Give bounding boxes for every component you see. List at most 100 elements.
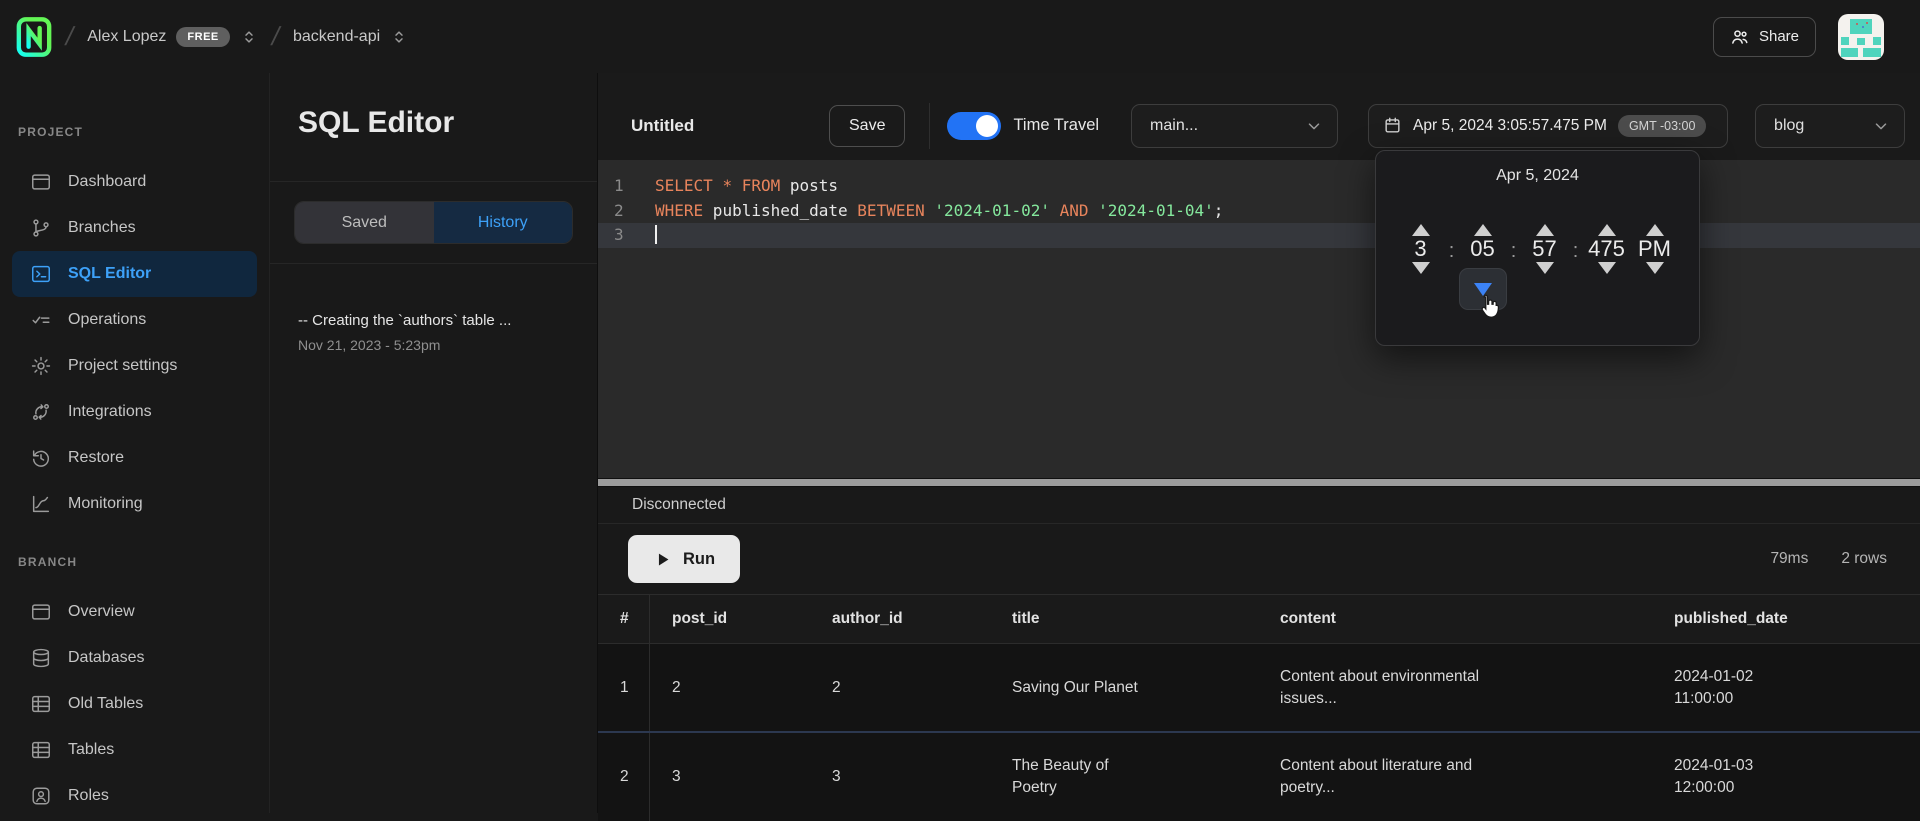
table-cell: 1 <box>598 644 650 731</box>
database-select[interactable]: blog <box>1755 104 1905 148</box>
sidebar-item-monitoring[interactable]: Monitoring <box>12 481 257 527</box>
line-number: 1 <box>598 174 655 199</box>
time-spinner-column: 57 <box>1521 203 1569 295</box>
run-row: Run 79ms 2 rows <box>598 524 1920 594</box>
sidebar-item-sql-editor[interactable]: SQL Editor <box>12 251 257 297</box>
sidebar-section-label: PROJECT <box>18 125 269 139</box>
connection-status: Disconnected <box>632 496 726 514</box>
spinner-down-arrow-icon[interactable] <box>1642 268 1668 295</box>
page-title: SQL Editor <box>270 73 597 181</box>
tab-group: Saved History <box>294 201 573 244</box>
history-item[interactable]: -- Creating the `authors` table ...Nov 2… <box>298 312 569 353</box>
panel-resize-handle[interactable] <box>598 478 1920 487</box>
chevron-updown-icon[interactable] <box>390 28 408 46</box>
branch-select-value: main... <box>1150 117 1198 135</box>
table-cell: Saving Our Planet <box>990 677 1258 699</box>
sidebar-item-integrations[interactable]: Integrations <box>12 389 257 435</box>
calendar-icon <box>1383 116 1402 135</box>
restore-icon <box>30 447 52 469</box>
neon-logo-icon[interactable] <box>16 16 52 58</box>
sql-code-editor[interactable]: 1SELECT * FROM posts2WHERE published_dat… <box>598 160 1920 478</box>
table-cell: 2 <box>810 677 990 699</box>
save-button[interactable]: Save <box>829 105 905 147</box>
run-button[interactable]: Run <box>628 535 740 583</box>
time-separator: : <box>1507 240 1521 263</box>
spinner-up-arrow-icon[interactable] <box>1470 203 1496 230</box>
table-cell: 2024-01-02 11:00:00 <box>1652 666 1920 710</box>
user-breadcrumb[interactable]: Alex Lopez FREE <box>87 27 258 47</box>
sidebar-item-dashboard[interactable]: Dashboard <box>12 159 257 205</box>
sidebar-item-label: Overview <box>68 603 135 621</box>
sidebar-item-databases[interactable]: Databases <box>12 635 257 681</box>
datetime-button[interactable]: Apr 5, 2024 3:05:57.475 PM GMT -03:00 <box>1368 104 1728 148</box>
time-spinner-column: 3 <box>1397 203 1445 295</box>
line-number: 3 <box>598 223 655 248</box>
project-breadcrumb[interactable]: backend-api <box>293 28 408 46</box>
table-cell: 3 <box>810 766 990 788</box>
column-header-author_id: author_id <box>810 610 990 628</box>
sidebar-item-branches[interactable]: Branches <box>12 205 257 251</box>
table-row: 122Saving Our PlanetContent about enviro… <box>598 644 1920 731</box>
history-item-title: -- Creating the `authors` table ... <box>298 312 569 329</box>
table-cell: Content about literature and poetry... <box>1258 755 1652 799</box>
breadcrumb-separator: / <box>63 21 77 52</box>
spinner-down-arrow-icon[interactable] <box>1532 268 1558 295</box>
column-header-title: title <box>990 610 1258 628</box>
spinner-up-arrow-icon[interactable] <box>1408 203 1434 230</box>
share-button[interactable]: Share <box>1713 17 1816 57</box>
query-title: Untitled <box>631 116 706 136</box>
table-cell: 2024-01-03 12:00:00 <box>1652 755 1920 799</box>
spinner-up-arrow-icon[interactable] <box>1594 203 1620 230</box>
history-list: -- Creating the `authors` table ...Nov 2… <box>270 264 597 401</box>
sidebar-item-roles[interactable]: Roles <box>12 773 257 813</box>
sidebar-item-label: Old Tables <box>68 695 143 713</box>
spinner-down-arrow-icon[interactable] <box>1594 268 1620 295</box>
tabs-wrap: Saved History <box>270 181 597 264</box>
sidebar-item-tables[interactable]: Tables <box>12 727 257 773</box>
time-spinner-grid: 3:05:57:475PM <box>1376 203 1699 310</box>
topbar: / Alex Lopez FREE / backend-api Share <box>0 0 1920 73</box>
spinner-value[interactable]: 05 <box>1470 230 1494 268</box>
time-spinner-column: 475 <box>1583 203 1631 295</box>
connection-status-row: Disconnected <box>598 487 1920 524</box>
query-duration: 79ms <box>1770 550 1808 568</box>
spinner-down-arrow-icon[interactable] <box>1408 268 1434 295</box>
sidebar-item-label: Tables <box>68 741 114 759</box>
column-header-published_date: published_date <box>1652 610 1920 628</box>
sidebar-item-operations[interactable]: Operations <box>12 297 257 343</box>
user-name: Alex Lopez <box>87 28 166 46</box>
overview-icon <box>30 601 52 623</box>
avatar[interactable] <box>1838 14 1884 60</box>
sidebar-item-overview[interactable]: Overview <box>12 589 257 635</box>
spinner-up-arrow-icon[interactable] <box>1532 203 1558 230</box>
spinner-up-arrow-icon[interactable] <box>1642 203 1668 230</box>
sidebar-item-old-tables[interactable]: Old Tables <box>12 681 257 727</box>
chevron-updown-icon[interactable] <box>240 28 258 46</box>
tab-saved[interactable]: Saved <box>295 202 434 243</box>
roles-icon <box>30 785 52 807</box>
table-icon <box>30 693 52 715</box>
spinner-down-arrow-active[interactable] <box>1459 268 1507 310</box>
gear-icon <box>30 355 52 377</box>
sql-editor-panel: SQL Editor Saved History -- Creating the… <box>270 73 598 813</box>
branch-select[interactable]: main... <box>1131 104 1338 148</box>
sidebar-item-project-settings[interactable]: Project settings <box>12 343 257 389</box>
code-content: WHERE published_date BETWEEN '2024-01-02… <box>655 199 1223 224</box>
plan-badge: FREE <box>176 27 229 47</box>
tab-history[interactable]: History <box>434 202 573 243</box>
table-cell: The Beauty of Poetry <box>990 755 1258 799</box>
breadcrumb-separator: / <box>268 21 282 52</box>
sidebar-item-label: SQL Editor <box>68 265 151 283</box>
time-travel-toggle[interactable] <box>947 112 1001 140</box>
datetime-value: Apr 5, 2024 3:05:57.475 PM <box>1413 117 1607 135</box>
sidebar: PROJECT Dashboard Branches SQL Editor Operat… <box>0 73 270 813</box>
dashboard-icon <box>30 171 52 193</box>
play-icon <box>653 550 672 569</box>
users-icon <box>1730 27 1750 47</box>
editor-column: Untitled Save Time Travel main... Apr 5,… <box>598 73 1920 813</box>
sidebar-item-label: Dashboard <box>68 173 146 191</box>
sidebar-item-restore[interactable]: Restore <box>12 435 257 481</box>
code-line: 2WHERE published_date BETWEEN '2024-01-0… <box>598 199 1920 224</box>
table-row: 233The Beauty of PoetryContent about lit… <box>598 731 1920 821</box>
code-line: 3 <box>598 223 1920 248</box>
